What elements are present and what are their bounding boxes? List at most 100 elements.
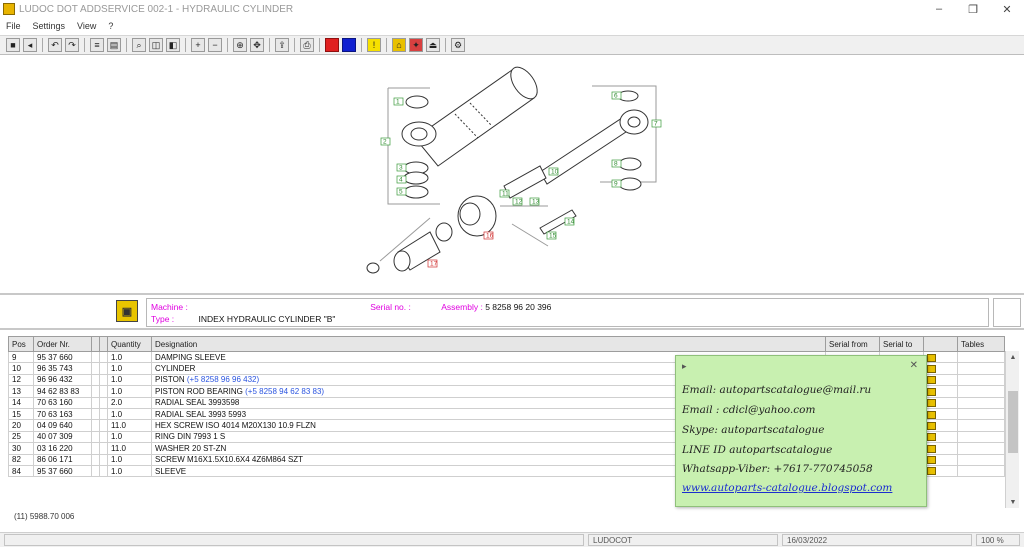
col-header-quantity[interactable]: Quantity xyxy=(107,336,152,352)
menu-help[interactable]: ? xyxy=(108,21,113,31)
first-page-button[interactable]: ■ xyxy=(6,38,20,52)
red-marker-button[interactable] xyxy=(325,38,339,52)
cell-pos: 20 xyxy=(8,419,34,432)
blue-marker-button[interactable] xyxy=(342,38,356,52)
app-icon xyxy=(3,3,15,15)
popup-close-icon[interactable]: ✕ xyxy=(910,360,918,371)
catalogue-row-icon[interactable] xyxy=(927,364,936,373)
zoom-out-button[interactable]: − xyxy=(208,38,222,52)
window-title: LUDOC DOT ADDSERVICE 002-1 - HYDRAULIC C… xyxy=(19,3,294,15)
settings-button[interactable]: ⚙ xyxy=(451,38,465,52)
close-button[interactable]: ✕ xyxy=(990,0,1024,18)
zoom-area-button[interactable]: ⊕ xyxy=(233,38,247,52)
cell-blank xyxy=(91,419,100,432)
cell-quantity: 1.0 xyxy=(107,430,152,444)
catalogue-row-icon[interactable] xyxy=(927,387,936,396)
gift-button[interactable]: ✦ xyxy=(409,38,423,52)
previous-button[interactable]: ◂ xyxy=(23,38,37,52)
cell-tables xyxy=(957,453,1005,466)
col-header-blank[interactable] xyxy=(91,336,100,352)
menu-view[interactable]: View xyxy=(77,21,96,31)
cell-blank xyxy=(99,396,108,409)
callout[interactable]: 16 xyxy=(483,231,494,240)
scroll-down-arrow[interactable]: ▼ xyxy=(1006,496,1020,508)
piston-inner xyxy=(459,202,481,226)
callout[interactable]: 14 xyxy=(564,217,575,226)
list-button[interactable]: ≡ xyxy=(90,38,104,52)
menu-file[interactable]: File xyxy=(6,21,21,31)
maximize-button[interactable]: ❐ xyxy=(956,0,990,18)
col-header-order[interactable]: Order Nr. xyxy=(33,336,92,352)
designation-text: RING DIN 7993 1 S xyxy=(155,432,226,442)
cell-order: 70 63 163 xyxy=(33,407,92,421)
info-button[interactable]: ! xyxy=(367,38,381,52)
callout[interactable]: 2 xyxy=(380,137,391,146)
back-button[interactable]: ↶ xyxy=(48,38,62,52)
catalogue-row-icon[interactable] xyxy=(927,444,936,453)
page-button[interactable]: ▤ xyxy=(107,38,121,52)
cell-pos: 14 xyxy=(8,396,34,409)
catalogue-row-icon[interactable] xyxy=(927,353,936,362)
callout[interactable]: 1 xyxy=(393,97,404,106)
cell-pos: 25 xyxy=(8,430,34,444)
designation-link[interactable]: (+5 8258 96 96 432) xyxy=(187,375,259,384)
cart-button[interactable]: ⌂ xyxy=(392,38,406,52)
fit-page-button[interactable]: ◫ xyxy=(149,38,163,52)
catalogue-row-icon[interactable] xyxy=(927,376,936,385)
catalogue-icon[interactable]: ▣ xyxy=(116,300,138,322)
designation-link[interactable]: (+5 8258 94 62 83 83) xyxy=(245,387,324,396)
cell-blank xyxy=(91,464,100,478)
menu-settings[interactable]: Settings xyxy=(33,21,66,31)
cell-icon xyxy=(923,453,958,466)
col-header-icon[interactable] xyxy=(923,336,958,352)
exit-button[interactable]: ⏏ xyxy=(426,38,440,52)
minimize-button[interactable]: – xyxy=(922,0,956,18)
catalogue-row-icon[interactable] xyxy=(927,467,936,476)
forward-button[interactable]: ↷ xyxy=(65,38,79,52)
seal-ring xyxy=(403,171,429,185)
callout[interactable]: 3 xyxy=(396,163,407,172)
status-cell-zoom: 100 % xyxy=(976,534,1020,546)
export-button[interactable]: ⇪ xyxy=(275,38,289,52)
scroll-thumb[interactable] xyxy=(1008,391,1018,453)
col-header-serial-to[interactable]: Serial to xyxy=(879,336,924,352)
callout[interactable]: 15 xyxy=(546,231,557,240)
table-scrollbar[interactable]: ▲ ▼ xyxy=(1005,351,1019,508)
col-header-pos[interactable]: Pos xyxy=(8,336,34,352)
fit-width-button[interactable]: ◧ xyxy=(166,38,180,52)
callout[interactable]: 10 xyxy=(548,167,559,176)
table-footer-count: (11) 5988.70 006 xyxy=(14,512,75,521)
cell-quantity: 2.0 xyxy=(107,396,152,409)
search-button[interactable]: ⌕ xyxy=(132,38,146,52)
callout[interactable]: 13 xyxy=(529,197,540,206)
catalogue-row-icon[interactable] xyxy=(927,433,936,442)
print-button[interactable]: ⎙ xyxy=(300,38,314,52)
catalogue-row-icon[interactable] xyxy=(927,421,936,430)
scroll-up-arrow[interactable]: ▲ xyxy=(1006,351,1020,363)
col-header-serial-from[interactable]: Serial from xyxy=(825,336,880,352)
cell-order: 96 96 432 xyxy=(33,373,92,387)
callout[interactable]: 17 xyxy=(427,259,438,268)
callout[interactable]: 8 xyxy=(611,159,622,168)
catalogue-row-icon[interactable] xyxy=(927,399,936,408)
col-header-blank[interactable] xyxy=(99,336,108,352)
callout[interactable]: 5 xyxy=(396,187,407,196)
col-header-tables[interactable]: Tables xyxy=(957,336,1005,352)
callout[interactable]: 12 xyxy=(512,197,523,206)
zoom-in-button[interactable]: + xyxy=(191,38,205,52)
bearing-end xyxy=(393,250,411,272)
parts-drawing[interactable]: 1 2 3 4 5 6 7 8 9 10 11 12 13 14 15 16 1… xyxy=(0,56,1024,292)
callout[interactable]: 6 xyxy=(611,91,622,100)
callout[interactable]: 11 xyxy=(499,189,510,198)
cell-icon xyxy=(923,396,958,409)
catalogue-row-icon[interactable] xyxy=(927,410,936,419)
popup-website-link[interactable]: www.autoparts-catalogue.blogspot.com xyxy=(682,482,892,494)
callout[interactable]: 9 xyxy=(611,179,622,188)
cell-icon xyxy=(923,407,958,421)
col-header-designation[interactable]: Designation xyxy=(151,336,826,352)
pan-button[interactable]: ✥ xyxy=(250,38,264,52)
cell-blank xyxy=(99,442,108,455)
catalogue-row-icon[interactable] xyxy=(927,456,936,465)
callout[interactable]: 4 xyxy=(396,175,407,184)
callout[interactable]: 7 xyxy=(651,119,662,128)
